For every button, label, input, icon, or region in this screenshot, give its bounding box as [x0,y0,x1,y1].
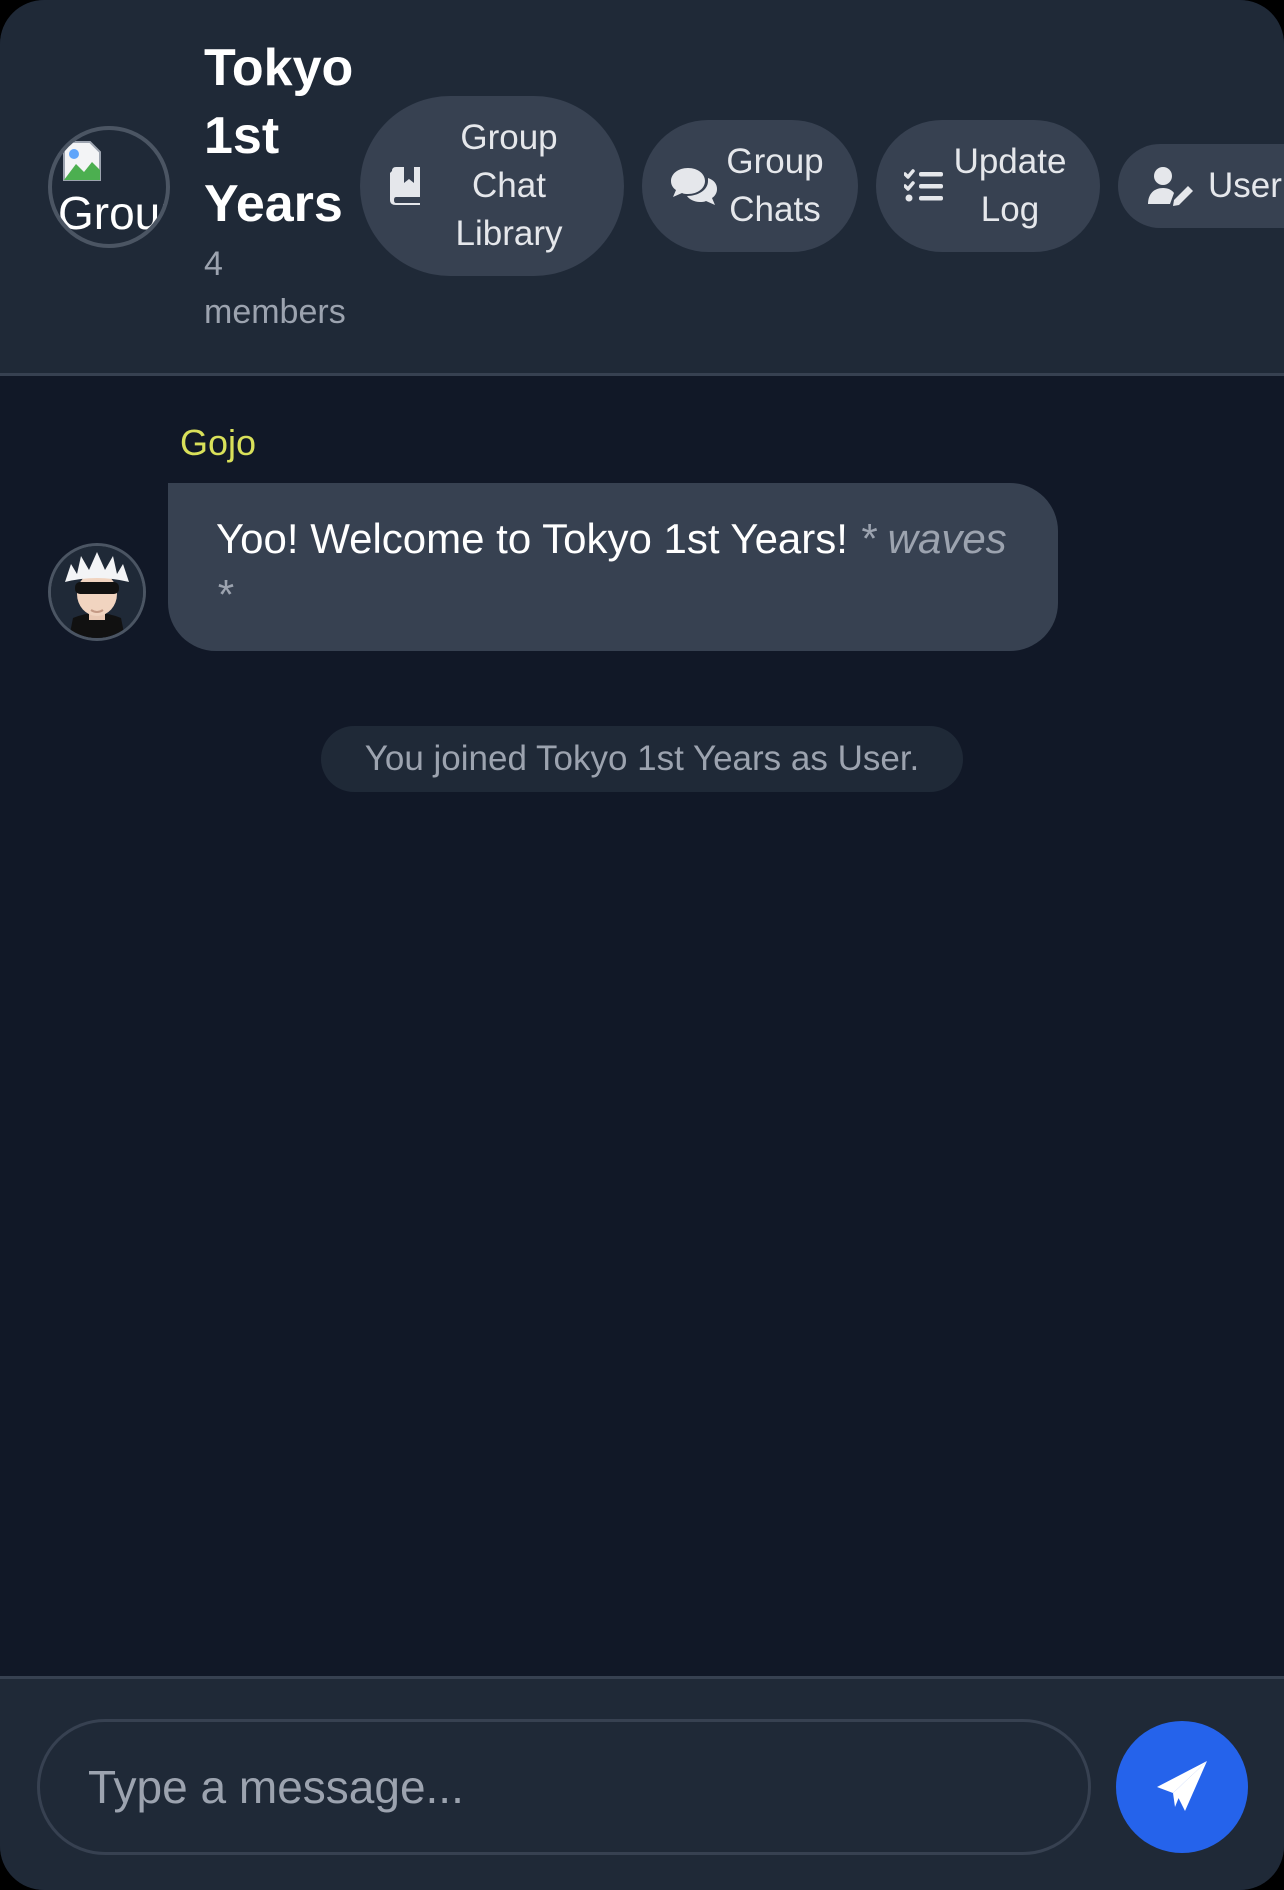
group-chats-button[interactable]: Group Chats [642,120,858,252]
message-composer [0,1676,1284,1890]
group-chat-library-label: Group Chat Library [455,118,563,253]
group-chats-label: Group Chats [726,142,824,229]
send-button[interactable] [1116,1721,1248,1853]
chat-header: Group Tokyo 1st Years 4 members Group Ch… [0,0,1284,376]
comments-icon [670,166,718,206]
user-persona-button[interactable]: User [1118,144,1284,228]
message-text: Yoo! Welcome to Tokyo 1st Years! [216,515,848,562]
list-check-icon [904,169,944,203]
message-input[interactable] [37,1719,1091,1855]
gojo-avatar[interactable] [48,543,146,641]
broken-image-icon [63,141,101,181]
member-count: 4 members [204,245,346,331]
message-bubble: Yoo! Welcome to Tokyo 1st Years! * waves… [168,483,1058,651]
user-pen-icon [1148,166,1196,206]
book-bookmark-icon [388,167,422,205]
user-persona-label: User [1208,166,1282,205]
group-avatar[interactable]: Group [48,126,170,248]
group-title: Tokyo 1st Years [204,39,354,233]
update-log-label: Update Log [953,142,1067,229]
message-sender-name: Gojo [180,422,257,463]
group-chat-library-button[interactable]: Group Chat Library [360,96,624,276]
update-log-button[interactable]: Update Log [876,120,1100,252]
system-message: You joined Tokyo 1st Years as User. [321,726,963,792]
group-avatar-alt-text: Group [58,187,166,239]
chat-app: Group Tokyo 1st Years 4 members Group Ch… [0,0,1284,1890]
paper-plane-icon [1155,1759,1209,1816]
